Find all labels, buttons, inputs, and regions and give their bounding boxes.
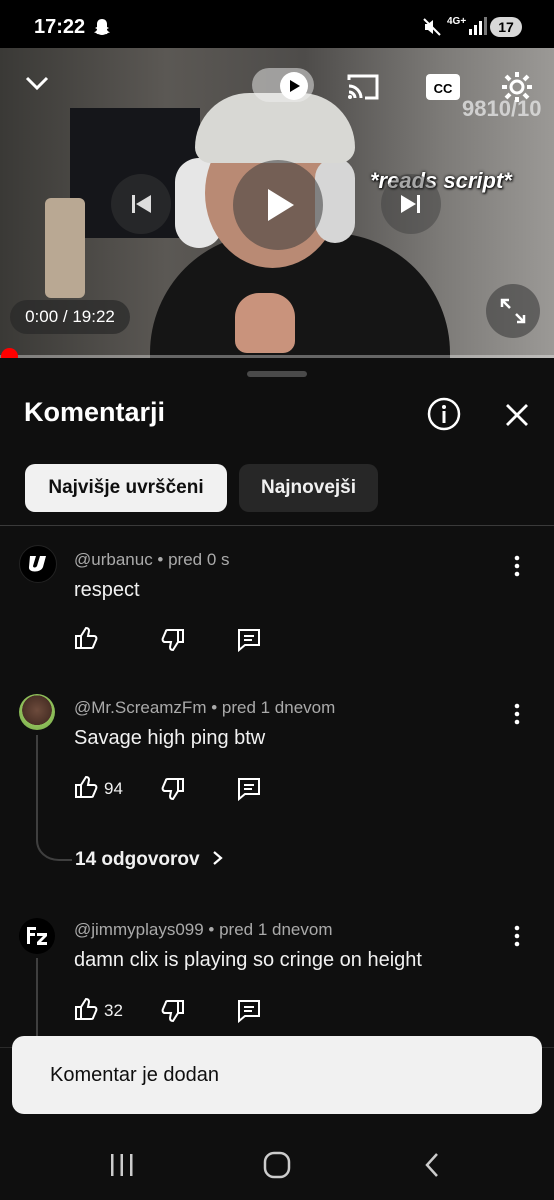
reply-icon[interactable] (236, 998, 262, 1024)
fullscreen-button[interactable] (486, 284, 540, 338)
battery-indicator: 17 (490, 17, 522, 37)
divider (0, 525, 554, 526)
close-icon[interactable] (504, 402, 530, 428)
more-options-icon[interactable] (504, 555, 530, 577)
snapchat-icon (94, 19, 110, 35)
comment-meta: @urbanuc • pred 0 s (74, 550, 230, 569)
reply-thread-line (36, 958, 38, 1038)
dislike-icon[interactable] (160, 998, 186, 1024)
status-time: 17:22 (34, 16, 86, 38)
chevron-right-icon (213, 851, 223, 865)
like-count: 94 (104, 779, 123, 798)
more-options-icon[interactable] (504, 703, 530, 725)
toast-snackbar: Komentar je dodan (12, 1036, 542, 1114)
like-icon[interactable] (73, 996, 99, 1022)
avatar[interactable] (19, 918, 55, 954)
captions-icon[interactable]: CC (425, 72, 461, 102)
video-scene-hands (235, 293, 295, 353)
view-replies-button[interactable]: 14 odgovorov (75, 849, 225, 871)
play-button[interactable] (233, 160, 323, 250)
avatar[interactable] (19, 545, 57, 583)
replies-label: 14 odgovorov (75, 849, 200, 870)
svg-text:CC: CC (434, 81, 453, 96)
info-icon[interactable] (426, 396, 462, 432)
more-options-icon[interactable] (504, 925, 530, 947)
sheet-drag-handle[interactable] (247, 371, 307, 377)
fz-logo-icon (27, 927, 47, 945)
video-progress-bar[interactable] (0, 355, 554, 358)
autoplay-play-icon (290, 80, 300, 92)
video-time-display: 0:00 / 19:22 (10, 300, 130, 334)
video-progress-scrubber[interactable] (1, 348, 18, 358)
urbanuc-logo-icon (28, 556, 46, 572)
mute-icon (423, 18, 441, 36)
toast-message: Komentar je dodan (50, 1063, 220, 1086)
comments-title: Komentarji (24, 397, 166, 427)
like-count: 32 (104, 1001, 123, 1020)
like-icon[interactable] (73, 625, 99, 651)
cast-icon[interactable] (345, 72, 381, 102)
comment-text: Savage high ping btw (74, 727, 266, 749)
fullscreen-icon (500, 298, 526, 324)
home-icon[interactable] (262, 1150, 292, 1180)
dislike-icon[interactable] (160, 627, 186, 653)
next-video-button[interactable] (381, 174, 441, 234)
reply-icon[interactable] (236, 776, 262, 802)
network-type: 4G+ (447, 16, 467, 27)
reply-icon[interactable] (236, 627, 262, 653)
video-scene-cap (195, 93, 355, 163)
comment-meta: @jimmyplays099 • pred 1 dnevom (74, 920, 333, 939)
skip-next-icon (401, 195, 420, 213)
previous-video-button[interactable] (111, 174, 171, 234)
sort-chip-newest[interactable]: Najnovejši (239, 464, 378, 512)
back-icon[interactable] (420, 1151, 444, 1179)
play-icon (268, 189, 294, 221)
status-bar: 17:22 4G+ 17 (0, 0, 554, 48)
signal-icon (469, 17, 487, 35)
avatar[interactable] (19, 694, 55, 730)
video-scene-lamp (45, 198, 85, 298)
comment-text: damn clix is playing so cringe on height (74, 949, 422, 971)
video-player[interactable]: 9810/10 *reads script* CC 0:00 / 19:22 (0, 48, 554, 358)
recent-apps-icon[interactable] (107, 1152, 137, 1178)
settings-gear-icon[interactable] (500, 70, 534, 104)
collapse-chevron-icon[interactable] (24, 74, 50, 92)
system-nav-bar (0, 1114, 554, 1200)
skip-previous-icon (132, 195, 151, 213)
autoplay-knob (280, 72, 308, 100)
sort-chip-top[interactable]: Najvišje uvrščeni (25, 464, 227, 512)
dislike-icon[interactable] (160, 776, 186, 802)
comment-text: respect (74, 579, 140, 601)
reply-thread-curve (36, 820, 72, 861)
like-icon[interactable] (73, 774, 99, 800)
comment-meta: @Mr.ScreamzFm • pred 1 dnevom (74, 698, 336, 717)
